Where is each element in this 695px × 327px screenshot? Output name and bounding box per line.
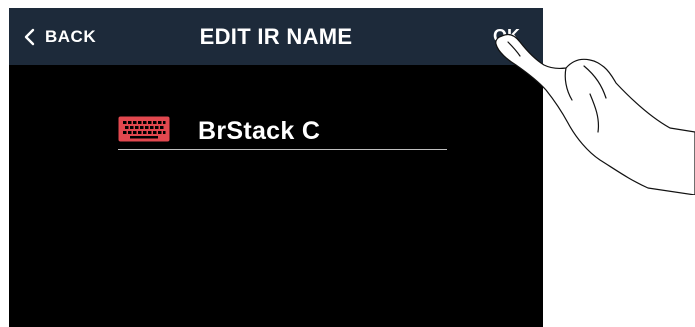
name-edit-field[interactable]: BrStack C (118, 116, 447, 150)
header-bar: BACK EDIT IR NAME OK (9, 8, 543, 65)
keyboard-icon[interactable] (118, 116, 170, 142)
ir-name-value[interactable]: BrStack C (198, 117, 320, 146)
ok-button[interactable]: OK (493, 8, 533, 65)
device-screen: BACK EDIT IR NAME OK BrStack C (9, 8, 543, 327)
back-button[interactable]: BACK (23, 8, 96, 65)
chevron-left-icon (24, 28, 35, 45)
name-underline (118, 149, 447, 150)
back-label: BACK (45, 26, 97, 46)
